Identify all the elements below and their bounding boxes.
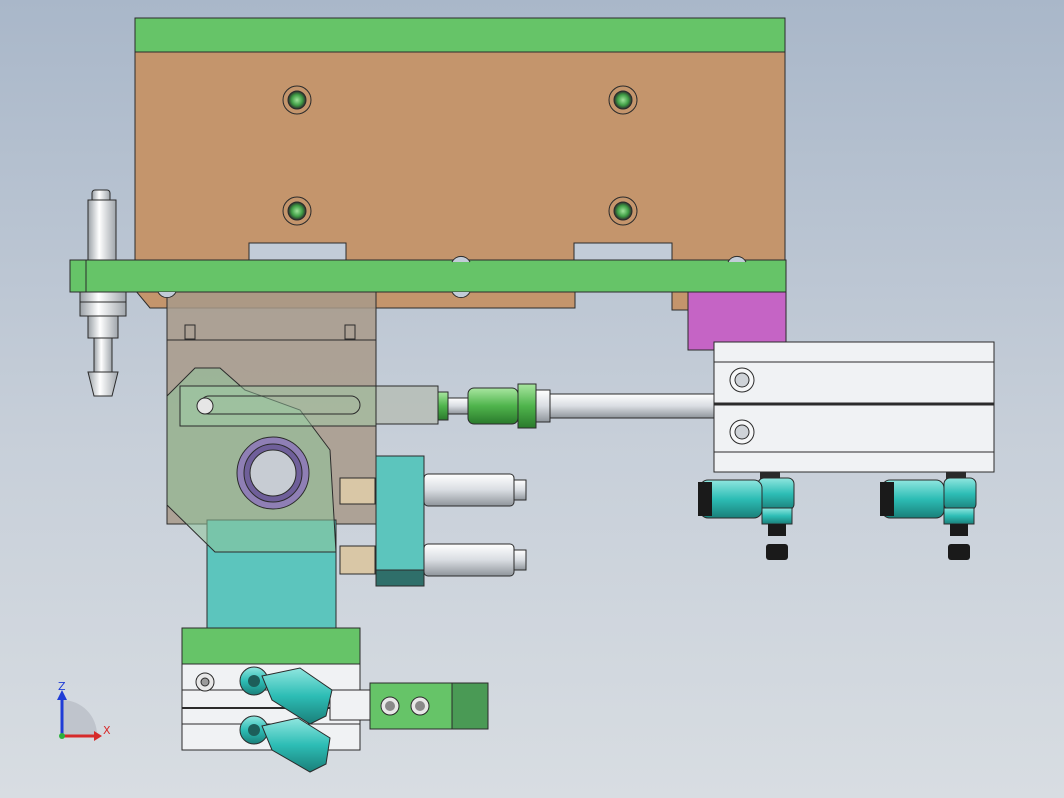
gripper-top-plate: [181, 627, 361, 665]
gripper-finger-tip: [451, 682, 489, 730]
lower-rod-bushing: [339, 545, 376, 575]
block-slot-right: [573, 242, 673, 263]
magenta-stop-block: [687, 291, 787, 351]
screw-mid-right: [608, 196, 638, 226]
rod-jam-nut: [535, 389, 551, 423]
green-base-plate: [69, 259, 787, 293]
triad-plane: [62, 700, 97, 735]
shock-absorber: [79, 189, 127, 397]
gripper-assembly: [181, 627, 489, 751]
block-slot-left: [248, 242, 347, 263]
elbow-fitting-left: [698, 472, 795, 560]
guide-rod-upper-tip: [513, 479, 527, 501]
triad-x-label: X: [103, 724, 111, 737]
view-orientation-triad[interactable]: Z X: [57, 680, 111, 741]
rod-clevis: [375, 385, 439, 425]
cylinder-piston-rod: [549, 393, 717, 419]
upper-rod-bushing: [339, 477, 376, 505]
cad-assembly-drawing: Z X: [57, 17, 995, 773]
cad-viewport[interactable]: Z X: [0, 0, 1064, 798]
elbow-fitting-right: [880, 472, 977, 560]
clevis-stud: [447, 397, 469, 415]
screw-top-left: [282, 85, 312, 115]
gripper-jaw: [329, 689, 371, 721]
floating-joint-nut: [517, 383, 537, 429]
guide-rod-lower: [423, 543, 515, 577]
guide-block-base: [375, 569, 425, 587]
triad-z-label: Z: [58, 680, 66, 693]
screw-top-right: [608, 85, 638, 115]
pivot-bushing: [236, 436, 310, 510]
brown-block-body: [134, 51, 786, 263]
guide-rod-upper: [423, 473, 515, 507]
top-green-cap-plate: [134, 17, 786, 54]
pneumatic-cylinder: [713, 341, 995, 473]
clevis-nut: [437, 391, 449, 421]
guide-rod-lower-tip: [513, 549, 527, 571]
top-mounting-block: [134, 17, 786, 263]
screw-mid-left: [282, 196, 312, 226]
lever-pin: [196, 397, 214, 415]
floating-joint: [467, 387, 519, 425]
guide-block: [375, 455, 425, 587]
